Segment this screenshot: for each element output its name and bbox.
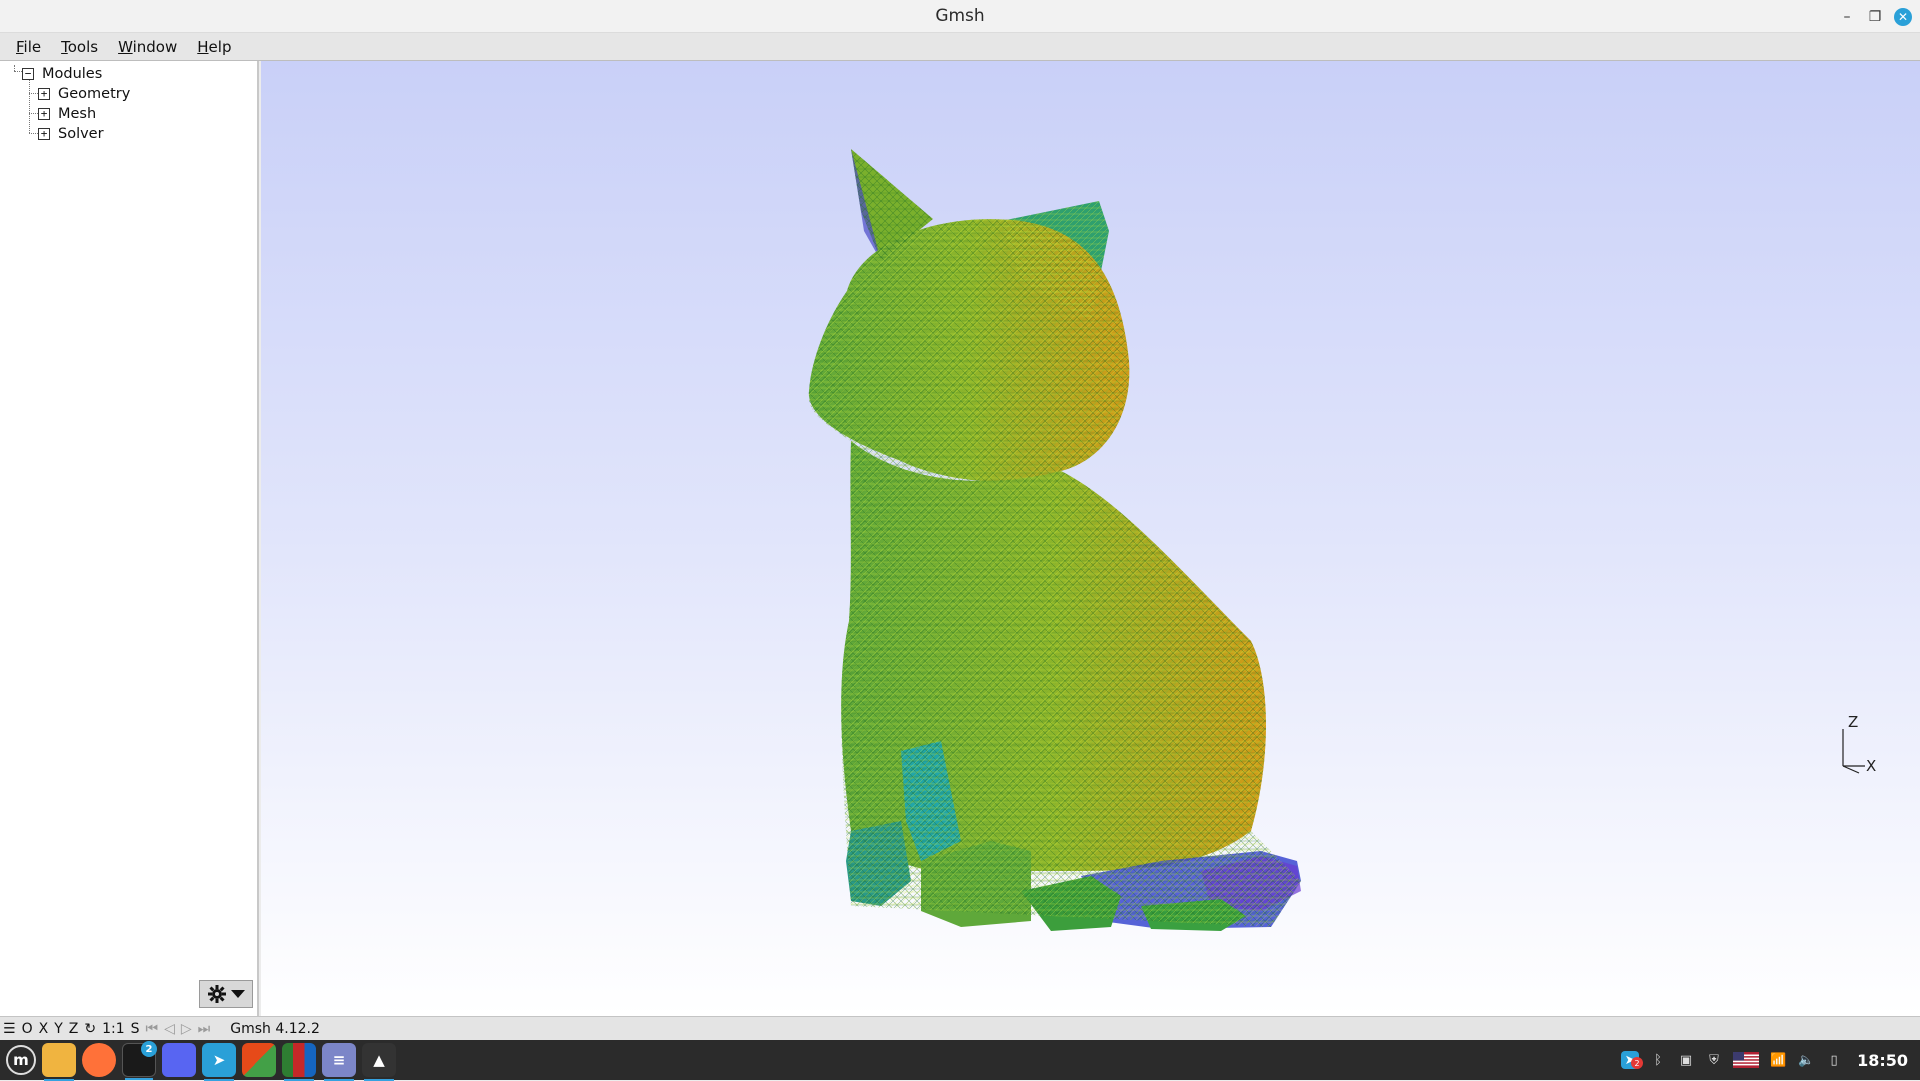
status-message: Gmsh 4.12.2 — [230, 1020, 320, 1037]
window-title: Gmsh — [935, 6, 985, 26]
tree-connector — [29, 93, 38, 94]
telegram-icon[interactable]: ➤ — [202, 1043, 236, 1081]
axis-label-x: X — [1866, 757, 1876, 775]
modules-tree-panel: − Modules + Geometry + Mesh + Solver — [0, 61, 259, 1016]
expand-icon[interactable]: + — [38, 88, 50, 100]
menu-file[interactable]: File — [6, 38, 51, 56]
menu-toggle-icon[interactable]: ☰ — [0, 1021, 19, 1037]
close-icon[interactable]: ✕ — [1894, 7, 1912, 26]
select-button[interactable]: S — [128, 1021, 143, 1037]
volume-icon[interactable]: 🔈 — [1797, 1051, 1815, 1069]
previous-step-icon[interactable]: ◁ — [161, 1021, 178, 1037]
tree-connector — [29, 113, 38, 114]
tree-connector — [14, 65, 15, 71]
view-origin-button[interactable]: O — [19, 1021, 36, 1037]
keyboard-layout-flag-icon[interactable] — [1733, 1051, 1760, 1069]
battery-icon[interactable]: ▯ — [1825, 1051, 1843, 1069]
charts-icon[interactable] — [282, 1043, 316, 1081]
view-x-button[interactable]: X — [36, 1021, 52, 1037]
editor-icon[interactable]: ≡ — [322, 1043, 356, 1081]
tree-item-mesh[interactable]: + Mesh — [38, 105, 96, 123]
rotate-icon[interactable]: ↻ — [81, 1021, 99, 1037]
tree-connector — [29, 77, 30, 133]
gear-icon — [208, 985, 226, 1003]
telegram-tray-icon[interactable]: ➤ 2 — [1621, 1051, 1644, 1069]
mesh-wireframe-overlay-fine — [808, 219, 1301, 927]
tray-badge: 2 — [1631, 1057, 1644, 1069]
tree-connector — [29, 133, 38, 134]
cat-mesh-model[interactable] — [808, 149, 1301, 931]
scale-1to1-button[interactable]: 1:1 — [99, 1021, 128, 1037]
wifi-icon[interactable]: 📶 — [1769, 1051, 1787, 1069]
system-tray: ➤ 2 ᛒ ▣ ⛨ 📶 🔈 ▯ 18:50 — [1621, 1040, 1908, 1080]
start-menu-icon[interactable]: m — [6, 1045, 36, 1075]
window-controls: – ❐ ✕ — [1838, 0, 1912, 33]
taskbar: m 2 ➤ ≡ ▲ ➤ 2 ᛒ ▣ ⛨ 📶 🔈 ▯ 18:50 — [0, 1040, 1920, 1081]
tree-item-label: Modules — [42, 66, 103, 82]
tree-item-label: Geometry — [58, 86, 131, 102]
notification-badge: 2 — [141, 1041, 157, 1057]
firefox-icon[interactable] — [82, 1043, 116, 1077]
terminal-icon[interactable]: 2 — [122, 1041, 157, 1080]
tree-item-solver[interactable]: + Solver — [38, 125, 104, 143]
title-bar: Gmsh – ❐ ✕ — [0, 0, 1920, 33]
menu-window[interactable]: Window — [108, 38, 187, 56]
tree-item-geometry[interactable]: + Geometry — [38, 85, 130, 103]
store-icon[interactable] — [242, 1043, 276, 1077]
expand-icon[interactable]: + — [38, 128, 50, 140]
restore-icon[interactable]: ❐ — [1866, 8, 1884, 26]
next-step-icon[interactable]: ⏭ — [195, 1021, 214, 1037]
menu-tools[interactable]: Tools — [51, 38, 108, 56]
graphics-viewport[interactable]: Z X — [261, 61, 1920, 1016]
axis-label-z: Z — [1848, 713, 1858, 731]
view-z-button[interactable]: Z — [66, 1021, 82, 1037]
mesh-model-view[interactable]: Z X — [261, 61, 1920, 1016]
status-bar: ☰ O X Y Z ↻ 1:1 S ⏮ ◁ ▷ ⏭ Gmsh 4.12.2 — [0, 1016, 1920, 1040]
menu-bar: File Tools Window Help — [0, 33, 1920, 61]
clipboard-icon[interactable]: ▣ — [1677, 1051, 1695, 1069]
files-icon[interactable] — [42, 1043, 76, 1081]
gmsh-icon[interactable]: ▲ — [362, 1043, 396, 1081]
first-step-icon[interactable]: ⏮ — [143, 1021, 162, 1037]
collapse-icon[interactable]: − — [22, 68, 34, 80]
tree-item-label: Mesh — [58, 106, 97, 122]
tree-item-modules[interactable]: − Modules — [22, 65, 102, 83]
play-icon[interactable]: ▷ — [178, 1021, 195, 1037]
discord-icon[interactable] — [162, 1043, 196, 1077]
shield-icon[interactable]: ⛨ — [1705, 1051, 1723, 1069]
tree-item-label: Solver — [58, 126, 104, 142]
menu-help[interactable]: Help — [187, 38, 241, 56]
axes-gizmo — [1842, 729, 1865, 774]
expand-icon[interactable]: + — [38, 108, 50, 120]
bluetooth-icon[interactable]: ᛒ — [1649, 1051, 1667, 1069]
chevron-down-icon — [231, 990, 245, 998]
minimize-icon[interactable]: – — [1838, 8, 1856, 26]
clock[interactable]: 18:50 — [1857, 1051, 1908, 1070]
settings-menu-button[interactable] — [199, 980, 253, 1008]
view-y-button[interactable]: Y — [51, 1021, 66, 1037]
